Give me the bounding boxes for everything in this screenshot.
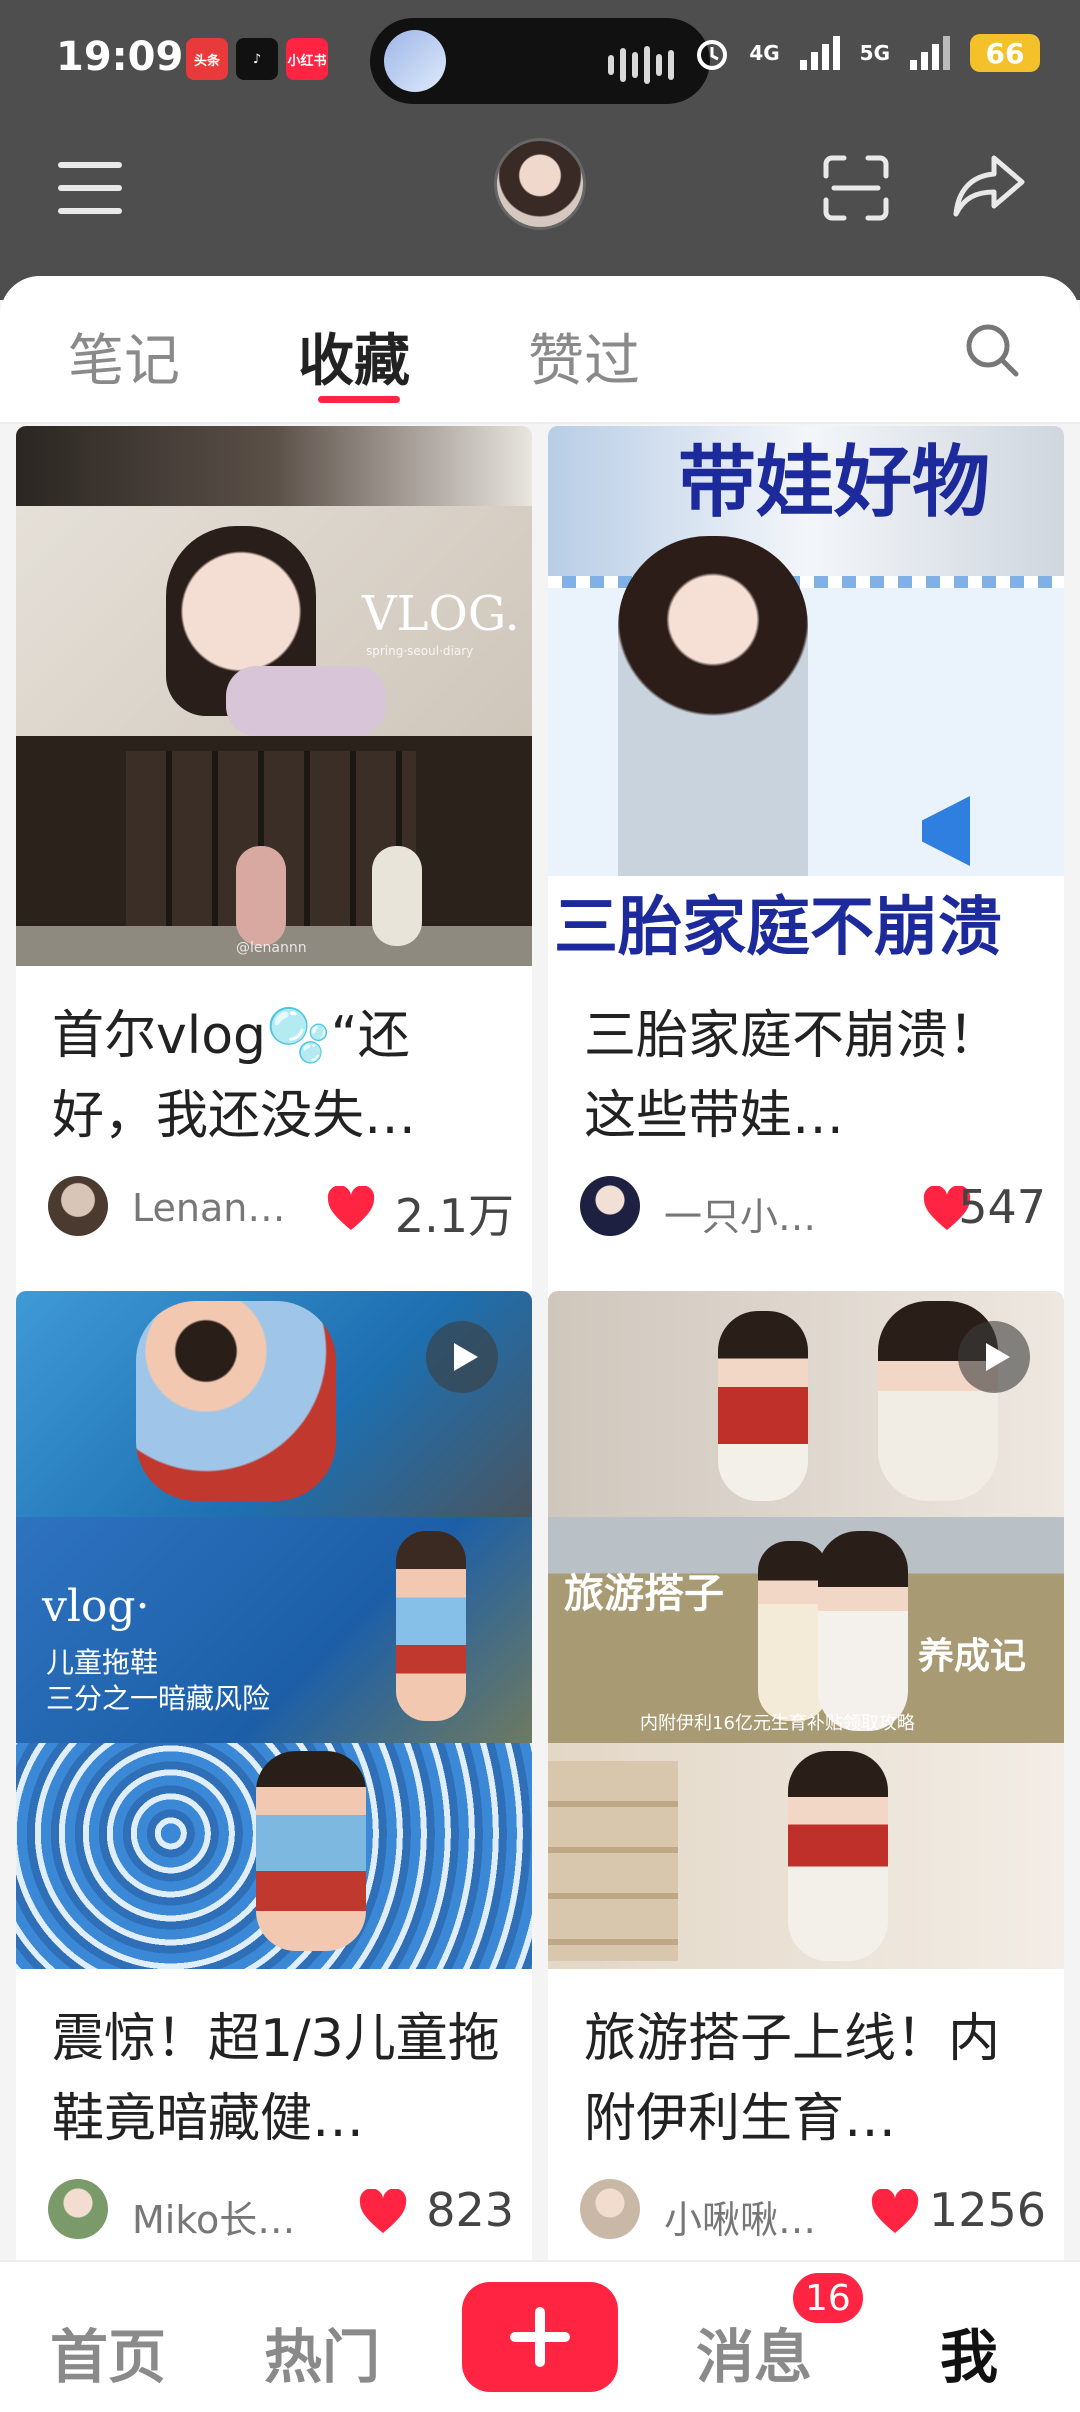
network-5g-label: 5G — [859, 41, 890, 65]
create-post-button[interactable] — [462, 2282, 618, 2392]
cover-caption-line2: 三分之一暗藏风险 — [46, 1682, 271, 1715]
like-count: 2.1万 — [394, 1189, 514, 1243]
author-avatar[interactable] — [48, 2179, 108, 2239]
tab-notes[interactable]: 笔记 — [68, 316, 180, 397]
author-avatar[interactable] — [580, 2179, 640, 2239]
share-icon[interactable] — [952, 150, 1026, 220]
heart-icon[interactable] — [870, 2189, 920, 2235]
author-name[interactable]: Lenan… — [132, 1186, 292, 1230]
search-icon[interactable] — [964, 322, 1020, 378]
note-card[interactable]: 旅游搭子 养成记 内附伊利16亿元生育补贴领取攻略 旅游搭子上线！内附伊利生育…… — [548, 1291, 1064, 2412]
cover-watermark: @lenannn — [236, 940, 307, 956]
nav-home[interactable]: 首页 — [50, 2310, 166, 2394]
menu-icon[interactable] — [58, 162, 122, 218]
scan-icon[interactable] — [822, 154, 890, 222]
vlog-overlay-subtitle: spring·seoul·diary — [366, 644, 474, 658]
network-4g-label: 4G — [749, 41, 780, 65]
tab-liked[interactable]: 赞过 — [528, 316, 640, 397]
cover-caption-line: 内附伊利16亿元生育补贴领取攻略 — [640, 1713, 915, 1734]
bottom-navigation: 首页 热门 消息 16 我 — [0, 2260, 1080, 2412]
status-right: 4G 5G 66 — [693, 34, 1040, 72]
profile-avatar[interactable] — [494, 138, 586, 230]
xiaohongshu-app-icon: 小红书 — [286, 38, 328, 80]
cover-caption-left: 旅游搭子 — [564, 1571, 724, 1617]
signal-icon — [799, 36, 840, 70]
video-play-icon — [958, 1321, 1030, 1393]
heart-icon[interactable] — [358, 2189, 408, 2235]
audio-wave-icon — [608, 46, 674, 84]
note-cover-image: 带娃好物 三胎家庭不崩溃 — [548, 426, 1064, 966]
like-count: 823 — [426, 2183, 514, 2237]
alarm-icon — [697, 40, 728, 70]
vlog-overlay-title: vlog· — [42, 1581, 150, 1632]
note-meta: 一只小… 547 — [580, 1176, 1046, 1240]
status-bar: 19:09 头条 ♪ 小红书 4G 5G 66 — [0, 0, 1080, 120]
profile-content-sheet: 笔记 收藏 赞过 VLOG. spring·seoul·diary @lenan… — [0, 276, 1080, 2412]
note-title: 旅游搭子上线！内附伊利生育… — [584, 2009, 1001, 2149]
cover-headline: 带娃好物 — [678, 438, 991, 528]
video-play-icon — [426, 1321, 498, 1393]
note-card[interactable]: vlog· 儿童拖鞋 三分之一暗藏风险 震惊！超1/3儿童拖鞋竟暗藏健… Mik… — [16, 1291, 532, 2412]
message-count-badge: 16 — [790, 2270, 866, 2326]
cover-caption-right: 养成记 — [918, 1636, 1027, 1677]
tab-favorites[interactable]: 收藏 — [298, 316, 410, 397]
note-title: 首尔vlog🫧“还好，我还没失… — [52, 1006, 417, 1146]
content-tabs: 笔记 收藏 赞过 — [0, 276, 1080, 424]
heart-icon[interactable] — [326, 1186, 376, 1232]
like-count: 1256 — [928, 2183, 1046, 2237]
cover-caption-line1: 儿童拖鞋 — [46, 1646, 159, 1679]
nav-me[interactable]: 我 — [940, 2310, 998, 2394]
signal-icon-2 — [910, 36, 950, 70]
douyin-app-icon: ♪ — [236, 38, 278, 80]
active-tab-indicator — [318, 396, 400, 403]
author-name[interactable]: 一只小… — [664, 1186, 824, 1241]
author-avatar[interactable] — [48, 1176, 108, 1236]
toutiao-app-icon: 头条 — [186, 38, 228, 80]
profile-header-row — [0, 120, 1080, 270]
note-cover-image: 旅游搭子 养成记 内附伊利16亿元生育补贴领取攻略 — [548, 1291, 1064, 1969]
dynamic-island — [370, 18, 710, 104]
cover-caption: 三胎家庭不崩溃 — [554, 891, 1002, 965]
note-cover-image: VLOG. spring·seoul·diary @lenannn — [16, 426, 532, 966]
author-avatar[interactable] — [580, 1176, 640, 1236]
nav-trending[interactable]: 热门 — [264, 2310, 380, 2394]
note-meta: Lenan… 2.1万 — [48, 1176, 514, 1243]
author-name[interactable]: Miko长… — [132, 2189, 292, 2244]
note-title: 震惊！超1/3儿童拖鞋竟暗藏健… — [52, 2009, 500, 2149]
note-title: 三胎家庭不崩溃！这些带娃… — [584, 1006, 1001, 1146]
like-count: 547 — [958, 1180, 1046, 1234]
note-meta: 小啾啾… 1256 — [580, 2179, 1046, 2243]
battery-indicator: 66 — [970, 34, 1040, 72]
note-cover-image: vlog· 儿童拖鞋 三分之一暗藏风险 — [16, 1291, 532, 1969]
now-playing-avatar — [384, 30, 446, 92]
status-time: 19:09 — [56, 34, 184, 80]
vlog-overlay-title: VLOG. — [362, 586, 520, 642]
top-header: 19:09 头条 ♪ 小红书 4G 5G 66 — [0, 0, 1080, 300]
note-meta: Miko长… 823 — [48, 2179, 514, 2243]
nav-messages[interactable]: 消息 — [696, 2310, 812, 2394]
author-name[interactable]: 小啾啾… — [664, 2189, 824, 2244]
